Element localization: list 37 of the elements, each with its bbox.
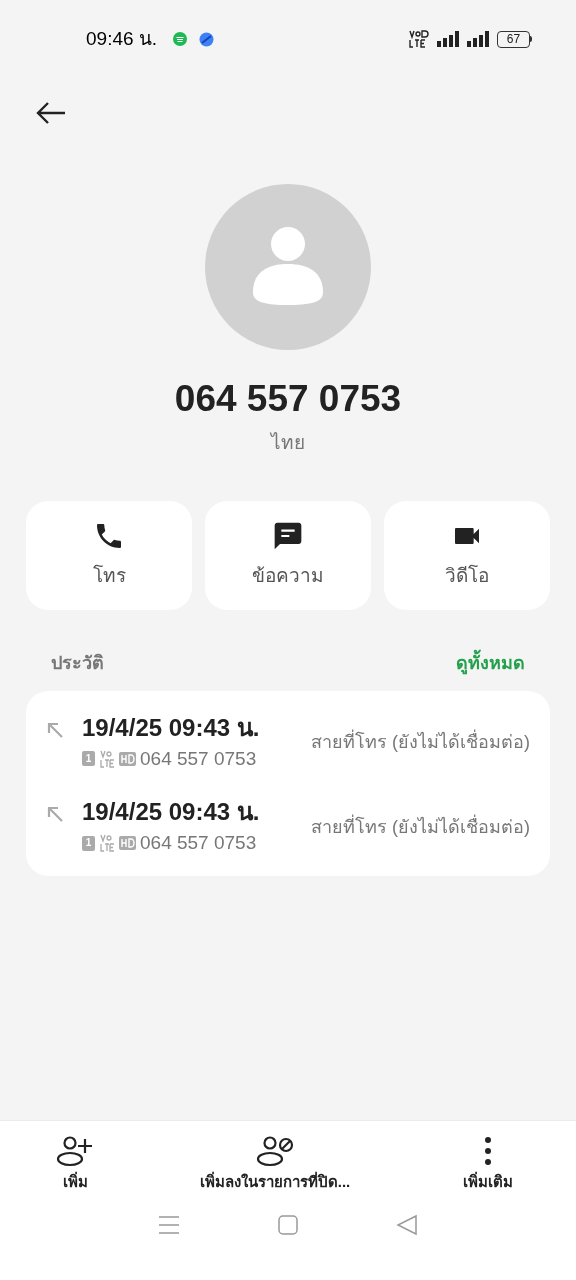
phone-number: 064 557 0753 — [173, 377, 403, 421]
back-icon[interactable] — [395, 1214, 418, 1236]
call-status: สายที่โทร (ยังไม่ได้เชื่อมต่อ) — [311, 729, 530, 757]
add-person-icon — [56, 1135, 94, 1167]
section-title: ประวัติ — [51, 651, 104, 675]
country-label: ไทย — [269, 431, 306, 455]
outgoing-call-icon — [46, 805, 64, 823]
volte-icon — [409, 30, 429, 48]
sim-badge: 1 — [82, 835, 95, 851]
volte-icon — [99, 749, 115, 768]
more-options-icon — [483, 1135, 493, 1167]
call-status: สายที่โทร (ยังไม่ได้เชื่อมต่อ) — [311, 813, 530, 839]
chat-app-icon — [173, 32, 188, 46]
block-person-icon — [256, 1135, 294, 1167]
sim-badge: 1 — [82, 751, 95, 767]
call-datetime: 19/4/25 09:43 น. — [82, 712, 260, 743]
more-contact-button[interactable]: เพิ่มเติม — [463, 1135, 513, 1194]
call-number: 064 557 0753 — [140, 746, 257, 771]
message-button[interactable]: ข้อความ — [205, 500, 371, 610]
outgoing-call-icon — [46, 720, 64, 739]
app-icon — [199, 31, 215, 47]
hd-icon — [119, 836, 136, 851]
call-button[interactable]: โทร — [26, 500, 192, 610]
menu-icon[interactable] — [158, 1214, 181, 1236]
call-number: 064 557 0753 — [140, 831, 257, 855]
add-contact-button[interactable]: เพิ่ม — [56, 1135, 94, 1194]
back-arrow-icon[interactable] — [36, 101, 66, 125]
signal-icon — [437, 31, 459, 47]
hd-icon — [119, 751, 136, 766]
video-button[interactable]: วิดีโอ — [384, 500, 550, 610]
call-datetime: 19/4/25 09:43 น. — [82, 797, 260, 827]
signal-icon — [467, 31, 489, 47]
battery-indicator: 67 — [497, 30, 532, 48]
block-contact-button[interactable]: เพิ่มลงในรายการที่ปิด... — [199, 1135, 351, 1194]
status-time: 09:46 น. — [86, 26, 158, 51]
volte-icon — [99, 834, 115, 853]
home-icon[interactable] — [277, 1214, 299, 1236]
